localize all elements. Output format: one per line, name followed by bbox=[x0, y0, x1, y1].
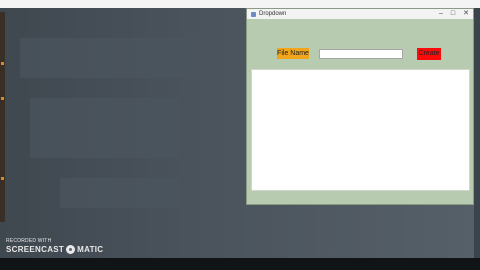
edge-marker bbox=[1, 177, 4, 180]
blurred-region bbox=[30, 98, 180, 158]
left-edge-strip bbox=[0, 12, 5, 222]
window-title: Dropdown bbox=[259, 11, 287, 17]
watermark-caption: RECORDED WITH bbox=[6, 238, 52, 244]
watermark-brand-right: MATIC bbox=[77, 245, 104, 254]
screen-top-strip bbox=[0, 0, 480, 8]
create-button[interactable]: Create bbox=[417, 48, 441, 60]
minimize-icon[interactable]: – bbox=[439, 9, 443, 19]
bottom-bar bbox=[0, 258, 480, 270]
blurred-region bbox=[60, 178, 180, 208]
blurred-region bbox=[20, 38, 200, 78]
watermark-brand: SCREENCAST MATIC bbox=[6, 245, 103, 254]
watermark: RECORDED WITH SCREENCAST MATIC bbox=[6, 238, 103, 254]
screencast-logo-icon bbox=[66, 245, 76, 254]
text-area[interactable] bbox=[251, 69, 470, 191]
right-edge-strip bbox=[474, 8, 480, 258]
close-icon[interactable]: ✕ bbox=[463, 9, 469, 19]
window-titlebar[interactable]: Dropdown – □ ✕ bbox=[247, 9, 473, 19]
maximize-icon[interactable]: □ bbox=[451, 9, 455, 19]
edge-marker bbox=[1, 62, 4, 65]
app-window: Dropdown – □ ✕ File Name Create bbox=[246, 8, 474, 205]
app-icon bbox=[251, 11, 256, 17]
edge-marker bbox=[1, 97, 4, 100]
file-name-label: File Name bbox=[277, 48, 309, 59]
watermark-brand-left: SCREENCAST bbox=[6, 245, 65, 254]
file-name-input[interactable] bbox=[319, 49, 403, 59]
window-controls: – □ ✕ bbox=[439, 9, 469, 19]
